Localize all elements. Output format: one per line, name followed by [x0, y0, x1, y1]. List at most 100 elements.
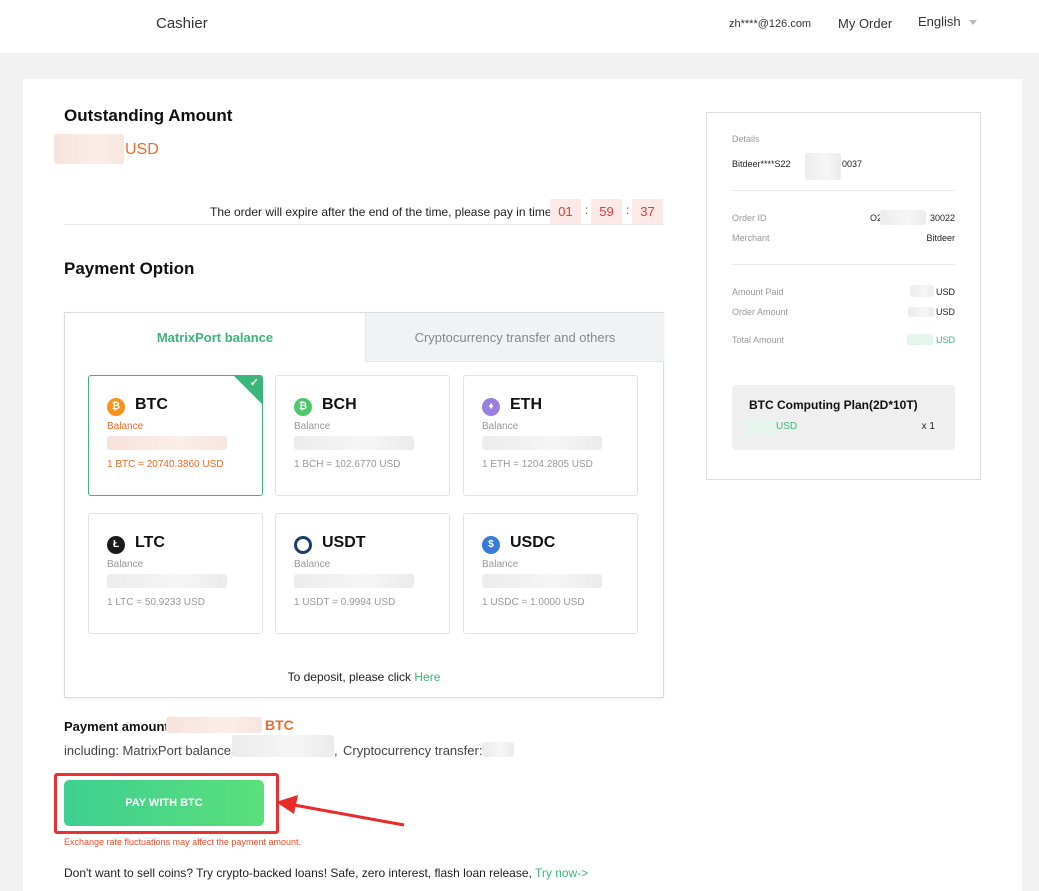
divider [732, 264, 955, 265]
bch-icon: ₿ [294, 398, 312, 416]
amount-paid-redacted [910, 285, 934, 297]
btc-icon: ₿ [107, 398, 125, 416]
ltc-icon: Ł [107, 536, 125, 554]
tab-matrixport-balance[interactable]: MatrixPort balance [65, 313, 365, 362]
coin-rate: 1 USDT = 0.9994 USD [294, 597, 396, 608]
coin-rate: 1 USDC = 1.0000 USD [482, 597, 585, 608]
coin-card-btc[interactable]: ₿ BTC Balance 1 BTC = 20740.3860 USD ✓ [88, 375, 263, 496]
timer-separator: : [585, 203, 589, 217]
coin-symbol: USDT [322, 534, 366, 551]
usdt-icon [294, 536, 312, 554]
amount-paid-currency: USD [935, 287, 955, 297]
merchant-value: Bitdeer [926, 233, 955, 243]
balance-value-redacted [294, 436, 414, 450]
coin-symbol: BCH [322, 396, 357, 413]
deposit-here-link[interactable]: Here [414, 670, 440, 684]
order-id-tail: 30022 [929, 213, 955, 223]
usdc-icon: $ [482, 536, 500, 554]
check-icon: ✓ [249, 377, 259, 389]
balance-label: Balance [482, 559, 519, 570]
balance-label: Balance [107, 559, 144, 570]
balance-value-redacted [107, 436, 227, 450]
timer-hours: 01 [550, 199, 581, 224]
coin-card-eth[interactable]: ♦ ETH Balance 1 ETH = 1204.2805 USD [463, 375, 638, 496]
merchant-label: Merchant [732, 233, 770, 243]
eth-icon: ♦ [482, 398, 500, 416]
language-label: English [918, 14, 961, 29]
coin-rate: 1 BTC = 20740.3860 USD [107, 459, 224, 470]
loan-promo: Don't want to sell coins? Try crypto-bac… [64, 866, 588, 880]
payment-option-title: Payment Option [64, 259, 195, 278]
total-amount-currency: USD [935, 335, 955, 345]
balance-label: Balance [294, 559, 331, 570]
outstanding-amount-currency: USD [125, 141, 159, 158]
divider [732, 190, 955, 191]
coin-card-bch[interactable]: ₿ BCH Balance 1 BCH = 102.6770 USD [275, 375, 450, 496]
brand-title: Cashier [156, 15, 208, 32]
balance-value-redacted [107, 574, 227, 588]
balance-value-redacted [482, 436, 602, 450]
balance-value-redacted [294, 574, 414, 588]
order-amount-label: Order Amount [732, 307, 789, 317]
amount-paid-label: Amount Paid [732, 287, 784, 297]
total-amount-redacted [907, 334, 933, 345]
balance-label: Balance [482, 421, 519, 432]
coin-symbol: ETH [510, 396, 542, 413]
balance-label: Balance [294, 421, 331, 432]
my-order-link[interactable]: My Order [838, 16, 892, 31]
plan-summary: BTC Computing Plan(2D*10T) USD x 1 [732, 385, 955, 450]
arrow-icon [276, 795, 405, 827]
plan-price-redacted [746, 420, 776, 434]
user-email[interactable]: zh****@126.com [729, 18, 811, 30]
deposit-hint: To deposit, please click Here [65, 670, 663, 684]
balance-value-redacted [482, 574, 602, 588]
outstanding-amount-title: Outstanding Amount [64, 106, 233, 125]
payment-amount-redacted [166, 717, 262, 733]
divider [64, 224, 664, 225]
coin-symbol: USDC [510, 534, 556, 551]
product-redacted [805, 153, 841, 180]
deposit-text: To deposit, please click [287, 670, 415, 684]
coin-card-usdt[interactable]: USDT Balance 1 USDT = 0.9994 USD [275, 513, 450, 634]
coin-card-usdc[interactable]: $ USDC Balance 1 USDC = 1.0000 USD [463, 513, 638, 634]
order-amount-redacted [908, 307, 934, 317]
tab-crypto-transfer[interactable]: Cryptocurrency transfer and others [365, 313, 664, 362]
promo-text: Don't want to sell coins? Try crypto-bac… [64, 866, 535, 880]
plan-quantity: x 1 [921, 421, 935, 432]
top-bar: Cashier zh****@126.com My Order English [0, 0, 1039, 53]
order-id-redacted [880, 210, 926, 225]
timer-separator: : [626, 203, 630, 217]
language-selector[interactable]: English [918, 14, 977, 29]
coin-rate: 1 ETH = 1204.2805 USD [482, 459, 593, 470]
timer-seconds: 37 [632, 199, 663, 224]
order-id-label: Order ID [732, 213, 767, 223]
coin-symbol: LTC [135, 534, 165, 551]
coin-card-ltc[interactable]: Ł LTC Balance 1 LTC = 50.9233 USD [88, 513, 263, 634]
crypto-transfer-redacted [482, 742, 514, 757]
total-amount-label: Total Amount [732, 335, 785, 345]
try-now-link[interactable]: Try now-> [535, 866, 588, 880]
payment-amount-label: Payment amount: [64, 719, 174, 734]
timer-minutes: 59 [591, 199, 622, 224]
including-comma: , [334, 743, 338, 758]
payment-amount-currency: BTC [265, 717, 294, 733]
balance-label: Balance [107, 421, 144, 432]
product-name-tail: 0037 [842, 159, 863, 169]
coin-symbol: BTC [135, 396, 168, 413]
including-label: including: MatrixPort balance: [64, 743, 235, 758]
crypto-transfer-label: Cryptocurrency transfer: [343, 743, 483, 758]
order-details-panel: Details Bitdeer****S22 0037 Order ID O2 … [706, 112, 981, 480]
plan-currency: USD [776, 421, 798, 432]
plan-name: BTC Computing Plan(2D*10T) [749, 398, 918, 412]
chevron-down-icon [968, 20, 977, 26]
pay-with-btc-button[interactable]: PAY WITH BTC [64, 780, 264, 826]
expire-message: The order will expire after the end of t… [210, 205, 552, 219]
payment-option-panel: MatrixPort balance Cryptocurrency transf… [64, 312, 664, 698]
matrixport-balance-redacted [232, 735, 334, 757]
coin-rate: 1 BCH = 102.6770 USD [294, 459, 401, 470]
exchange-rate-note: Exchange rate fluctuations may affect th… [64, 837, 301, 847]
product-name: Bitdeer****S22 [732, 159, 791, 169]
order-amount-currency: USD [935, 307, 955, 317]
details-title: Details [732, 134, 760, 144]
coin-rate: 1 LTC = 50.9233 USD [107, 597, 205, 608]
